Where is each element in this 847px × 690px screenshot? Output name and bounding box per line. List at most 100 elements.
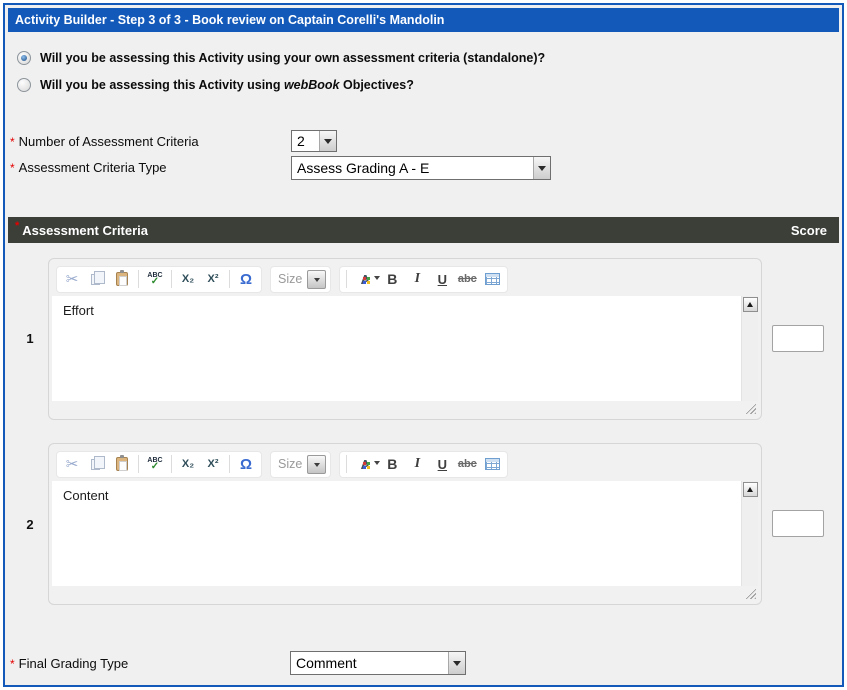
subscript-icon: X₂ bbox=[182, 458, 194, 470]
underline-button[interactable]: U bbox=[430, 268, 454, 290]
score-input-1[interactable] bbox=[772, 325, 824, 352]
page-title: Activity Builder - Step 3 of 3 - Book re… bbox=[8, 8, 839, 32]
score-input-2[interactable] bbox=[772, 510, 824, 537]
scrollbar-1[interactable] bbox=[741, 296, 758, 401]
criteria-type-value: Assess Grading A - E bbox=[292, 159, 533, 177]
copy-icon bbox=[91, 274, 100, 285]
scrollbar-2[interactable] bbox=[741, 481, 758, 586]
chevron-down-icon[interactable] bbox=[319, 131, 336, 151]
subscript-button[interactable]: X₂ bbox=[176, 453, 200, 475]
text-color-button[interactable]: A bbox=[351, 268, 379, 290]
criteria-type-select[interactable]: Assess Grading A - E bbox=[291, 156, 551, 180]
strikethrough-button[interactable]: abc bbox=[455, 268, 479, 290]
italic-button[interactable]: I bbox=[405, 453, 429, 475]
resize-handle[interactable] bbox=[743, 586, 756, 599]
scissors-icon: ✂ bbox=[66, 455, 79, 473]
font-size-select[interactable]: Size bbox=[270, 266, 331, 293]
assessment-criteria-heading: Assessment Criteria bbox=[22, 223, 148, 238]
omega-icon: Ω bbox=[240, 456, 252, 473]
final-grading-select[interactable]: Comment bbox=[290, 651, 466, 675]
chevron-down-icon bbox=[374, 461, 380, 468]
table-button[interactable] bbox=[480, 268, 504, 290]
chevron-down-icon bbox=[374, 276, 380, 283]
bold-icon: B bbox=[387, 456, 397, 472]
copy-icon bbox=[91, 459, 100, 470]
underline-icon: U bbox=[438, 272, 447, 287]
table-button[interactable] bbox=[480, 453, 504, 475]
superscript-button[interactable]: X² bbox=[201, 268, 225, 290]
italic-icon: I bbox=[415, 456, 420, 472]
cut-button[interactable]: ✂ bbox=[60, 268, 84, 290]
cut-button[interactable]: ✂ bbox=[60, 453, 84, 475]
subscript-icon: X₂ bbox=[182, 273, 194, 285]
strikethrough-button[interactable]: abc bbox=[455, 453, 479, 475]
strikethrough-icon: abc bbox=[458, 458, 477, 470]
editor-toolbar-2: ✂ ABC✓ X₂ X² Ω Size A bbox=[52, 447, 758, 481]
chevron-down-icon[interactable] bbox=[448, 652, 465, 674]
paste-button[interactable] bbox=[110, 268, 134, 290]
underline-icon: U bbox=[438, 457, 447, 472]
radio-label-standalone[interactable]: Will you be assessing this Activity usin… bbox=[40, 51, 545, 65]
superscript-button[interactable]: X² bbox=[201, 453, 225, 475]
final-grading-value: Comment bbox=[291, 654, 448, 672]
score-column-heading: Score bbox=[791, 223, 827, 238]
required-asterisk: * bbox=[10, 161, 15, 175]
bold-button[interactable]: B bbox=[380, 268, 404, 290]
copy-button[interactable] bbox=[85, 268, 109, 290]
copy-button[interactable] bbox=[85, 453, 109, 475]
row-number-2: 2 bbox=[18, 517, 42, 532]
required-asterisk: * bbox=[10, 135, 15, 149]
table-icon bbox=[485, 458, 500, 470]
paste-icon bbox=[116, 272, 128, 286]
text-color-button[interactable]: A bbox=[351, 453, 379, 475]
criteria-text-area-1[interactable]: Effort bbox=[52, 296, 741, 401]
radio-option-standalone[interactable]: Will you be assessing this Activity usin… bbox=[17, 51, 545, 65]
row-number-1: 1 bbox=[18, 331, 42, 346]
italic-icon: I bbox=[415, 271, 420, 287]
table-icon bbox=[485, 273, 500, 285]
paste-button[interactable] bbox=[110, 453, 134, 475]
scroll-up-arrow-icon[interactable] bbox=[743, 297, 758, 312]
criteria-text-area-2[interactable]: Content bbox=[52, 481, 741, 586]
radio-button-standalone-selected[interactable] bbox=[17, 51, 31, 65]
num-criteria-label: *Number of Assessment Criteria bbox=[10, 134, 199, 149]
scissors-icon: ✂ bbox=[66, 270, 79, 288]
subscript-button[interactable]: X₂ bbox=[176, 268, 200, 290]
omega-icon: Ω bbox=[240, 271, 252, 288]
underline-button[interactable]: U bbox=[430, 453, 454, 475]
required-asterisk: * bbox=[15, 217, 19, 235]
final-grading-label: *Final Grading Type bbox=[10, 656, 128, 671]
radio-label-webbook[interactable]: Will you be assessing this Activity usin… bbox=[40, 78, 414, 92]
rich-text-editor-2: ✂ ABC✓ X₂ X² Ω Size A bbox=[48, 443, 762, 605]
required-asterisk: * bbox=[10, 657, 15, 671]
bold-button[interactable]: B bbox=[380, 453, 404, 475]
activity-builder-panel: Activity Builder - Step 3 of 3 - Book re… bbox=[3, 3, 844, 687]
spellcheck-button[interactable]: ABC✓ bbox=[143, 453, 167, 475]
superscript-icon: X² bbox=[208, 273, 219, 285]
resize-handle[interactable] bbox=[743, 401, 756, 414]
radio-button-webbook-unselected[interactable] bbox=[17, 78, 31, 92]
italic-button[interactable]: I bbox=[405, 268, 429, 290]
activity-builder-window: Activity Builder - Step 3 of 3 - Book re… bbox=[0, 0, 847, 690]
chevron-down-icon[interactable] bbox=[307, 455, 326, 474]
chevron-down-icon[interactable] bbox=[533, 157, 550, 179]
rich-text-editor-1: ✂ ABC✓ X₂ X² Ω Size A bbox=[48, 258, 762, 420]
spellcheck-icon: ABC✓ bbox=[147, 457, 162, 472]
strikethrough-icon: abc bbox=[458, 273, 477, 285]
assessment-criteria-header-bar: * Assessment Criteria Score bbox=[8, 217, 839, 243]
editor-toolbar-1: ✂ ABC✓ X₂ X² Ω Size A bbox=[52, 262, 758, 296]
superscript-icon: X² bbox=[208, 458, 219, 470]
font-size-select[interactable]: Size bbox=[270, 451, 331, 478]
chevron-down-icon[interactable] bbox=[307, 270, 326, 289]
criteria-type-label: *Assessment Criteria Type bbox=[10, 160, 167, 175]
special-character-button[interactable]: Ω bbox=[234, 453, 258, 475]
num-criteria-value: 2 bbox=[292, 132, 319, 150]
spellcheck-button[interactable]: ABC✓ bbox=[143, 268, 167, 290]
paste-icon bbox=[116, 457, 128, 471]
spellcheck-icon: ABC✓ bbox=[147, 272, 162, 287]
num-criteria-select[interactable]: 2 bbox=[291, 130, 337, 152]
radio-option-webbook[interactable]: Will you be assessing this Activity usin… bbox=[17, 78, 414, 92]
scroll-up-arrow-icon[interactable] bbox=[743, 482, 758, 497]
special-character-button[interactable]: Ω bbox=[234, 268, 258, 290]
bold-icon: B bbox=[387, 271, 397, 287]
